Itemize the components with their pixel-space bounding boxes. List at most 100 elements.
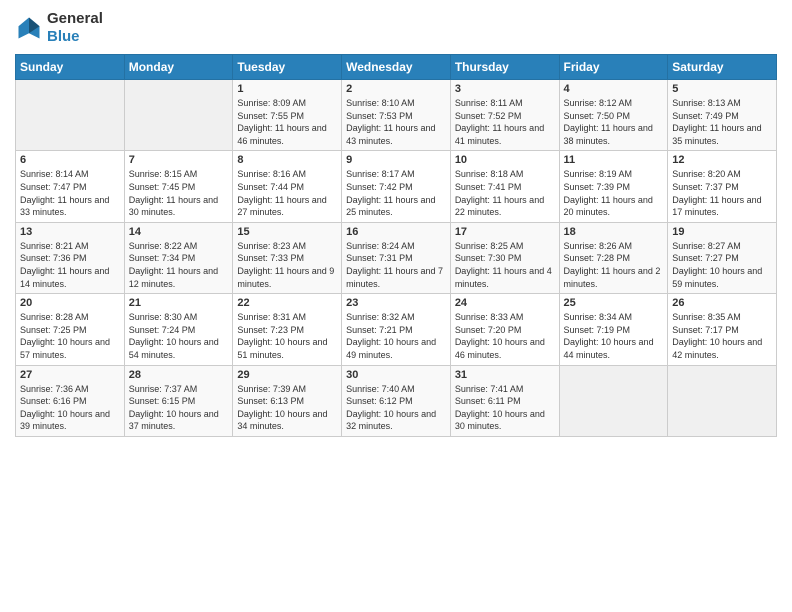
day-info: Sunrise: 8:33 AM Sunset: 7:20 PM Dayligh… — [455, 311, 555, 361]
day-cell — [16, 80, 125, 151]
day-cell: 9 Sunrise: 8:17 AM Sunset: 7:42 PM Daylig… — [342, 151, 451, 222]
day-cell — [559, 365, 668, 436]
day-info: Sunrise: 7:37 AM Sunset: 6:15 PM Dayligh… — [129, 383, 229, 433]
day-number: 7 — [129, 154, 229, 166]
day-info: Sunrise: 8:24 AM Sunset: 7:31 PM Dayligh… — [346, 240, 446, 290]
day-info: Sunrise: 7:40 AM Sunset: 6:12 PM Dayligh… — [346, 383, 446, 433]
day-number: 21 — [129, 297, 229, 309]
day-cell: 5 Sunrise: 8:13 AM Sunset: 7:49 PM Daylig… — [668, 80, 777, 151]
day-number: 3 — [455, 83, 555, 95]
day-cell: 30 Sunrise: 7:40 AM Sunset: 6:12 PM Dayli… — [342, 365, 451, 436]
day-cell: 31 Sunrise: 7:41 AM Sunset: 6:11 PM Dayli… — [450, 365, 559, 436]
day-info: Sunrise: 8:19 AM Sunset: 7:39 PM Dayligh… — [564, 168, 664, 218]
calendar-table: SundayMondayTuesdayWednesdayThursdayFrid… — [15, 54, 777, 437]
day-number: 5 — [672, 83, 772, 95]
day-number: 27 — [20, 369, 120, 381]
day-info: Sunrise: 8:14 AM Sunset: 7:47 PM Dayligh… — [20, 168, 120, 218]
day-number: 16 — [346, 226, 446, 238]
day-info: Sunrise: 7:41 AM Sunset: 6:11 PM Dayligh… — [455, 383, 555, 433]
day-info: Sunrise: 8:21 AM Sunset: 7:36 PM Dayligh… — [20, 240, 120, 290]
day-info: Sunrise: 8:30 AM Sunset: 7:24 PM Dayligh… — [129, 311, 229, 361]
day-cell: 22 Sunrise: 8:31 AM Sunset: 7:23 PM Dayli… — [233, 294, 342, 365]
day-info: Sunrise: 8:27 AM Sunset: 7:27 PM Dayligh… — [672, 240, 772, 290]
day-info: Sunrise: 8:20 AM Sunset: 7:37 PM Dayligh… — [672, 168, 772, 218]
day-number: 25 — [564, 297, 664, 309]
day-cell: 29Sunrise: 7:39 AM Sunset: 6:13 PM Dayli… — [233, 365, 342, 436]
day-cell: 14 Sunrise: 8:22 AM Sunset: 7:34 PM Dayli… — [124, 222, 233, 293]
day-cell — [668, 365, 777, 436]
header-row: SundayMondayTuesdayWednesdayThursdayFrid… — [16, 55, 777, 80]
day-info: Sunrise: 7:36 AM Sunset: 6:16 PM Dayligh… — [20, 383, 120, 433]
day-info: Sunrise: 8:31 AM Sunset: 7:23 PM Dayligh… — [237, 311, 337, 361]
day-number: 6 — [20, 154, 120, 166]
week-row-5: 27 Sunrise: 7:36 AM Sunset: 6:16 PM Dayli… — [16, 365, 777, 436]
week-row-4: 20Sunrise: 8:28 AM Sunset: 7:25 PM Dayli… — [16, 294, 777, 365]
day-number: 22 — [237, 297, 337, 309]
day-cell — [124, 80, 233, 151]
day-info: Sunrise: 8:13 AM Sunset: 7:49 PM Dayligh… — [672, 97, 772, 147]
day-info: Sunrise: 8:28 AM Sunset: 7:25 PM Dayligh… — [20, 311, 120, 361]
day-info: Sunrise: 8:12 AM Sunset: 7:50 PM Dayligh… — [564, 97, 664, 147]
day-number: 9 — [346, 154, 446, 166]
day-number: 4 — [564, 83, 664, 95]
day-cell: 24 Sunrise: 8:33 AM Sunset: 7:20 PM Dayli… — [450, 294, 559, 365]
day-cell: 3 Sunrise: 8:11 AM Sunset: 7:52 PM Daylig… — [450, 80, 559, 151]
day-cell: 13 Sunrise: 8:21 AM Sunset: 7:36 PM Dayli… — [16, 222, 125, 293]
day-number: 26 — [672, 297, 772, 309]
day-cell: 15Sunrise: 8:23 AM Sunset: 7:33 PM Dayli… — [233, 222, 342, 293]
day-cell: 19Sunrise: 8:27 AM Sunset: 7:27 PM Dayli… — [668, 222, 777, 293]
day-cell: 28Sunrise: 7:37 AM Sunset: 6:15 PM Dayli… — [124, 365, 233, 436]
day-info: Sunrise: 8:11 AM Sunset: 7:52 PM Dayligh… — [455, 97, 555, 147]
day-cell: 12 Sunrise: 8:20 AM Sunset: 7:37 PM Dayli… — [668, 151, 777, 222]
day-cell: 25 Sunrise: 8:34 AM Sunset: 7:19 PM Dayli… — [559, 294, 668, 365]
day-info: Sunrise: 8:22 AM Sunset: 7:34 PM Dayligh… — [129, 240, 229, 290]
header: General Blue — [15, 10, 777, 46]
col-header-wednesday: Wednesday — [342, 55, 451, 80]
day-number: 24 — [455, 297, 555, 309]
day-info: Sunrise: 8:15 AM Sunset: 7:45 PM Dayligh… — [129, 168, 229, 218]
day-number: 17 — [455, 226, 555, 238]
day-cell: 10Sunrise: 8:18 AM Sunset: 7:41 PM Dayli… — [450, 151, 559, 222]
col-header-saturday: Saturday — [668, 55, 777, 80]
day-cell: 23 Sunrise: 8:32 AM Sunset: 7:21 PM Dayli… — [342, 294, 451, 365]
day-cell: 7 Sunrise: 8:15 AM Sunset: 7:45 PM Daylig… — [124, 151, 233, 222]
day-cell: 16 Sunrise: 8:24 AM Sunset: 7:31 PM Dayli… — [342, 222, 451, 293]
col-header-tuesday: Tuesday — [233, 55, 342, 80]
day-info: Sunrise: 8:32 AM Sunset: 7:21 PM Dayligh… — [346, 311, 446, 361]
logo-icon — [15, 14, 43, 42]
day-cell: 21 Sunrise: 8:30 AM Sunset: 7:24 PM Dayli… — [124, 294, 233, 365]
day-info: Sunrise: 8:26 AM Sunset: 7:28 PM Dayligh… — [564, 240, 664, 290]
day-info: Sunrise: 8:09 AM Sunset: 7:55 PM Dayligh… — [237, 97, 337, 147]
day-number: 30 — [346, 369, 446, 381]
day-info: Sunrise: 8:17 AM Sunset: 7:42 PM Dayligh… — [346, 168, 446, 218]
day-number: 13 — [20, 226, 120, 238]
day-number: 18 — [564, 226, 664, 238]
col-header-thursday: Thursday — [450, 55, 559, 80]
day-info: Sunrise: 8:23 AM Sunset: 7:33 PM Dayligh… — [237, 240, 337, 290]
day-cell: 11Sunrise: 8:19 AM Sunset: 7:39 PM Dayli… — [559, 151, 668, 222]
logo-text: General Blue — [47, 10, 103, 46]
week-row-3: 13 Sunrise: 8:21 AM Sunset: 7:36 PM Dayli… — [16, 222, 777, 293]
day-number: 14 — [129, 226, 229, 238]
day-cell: 8Sunrise: 8:16 AM Sunset: 7:44 PM Daylig… — [233, 151, 342, 222]
day-cell: 26Sunrise: 8:35 AM Sunset: 7:17 PM Dayli… — [668, 294, 777, 365]
page: General Blue SundayMondayTuesdayWednesda… — [0, 0, 792, 612]
day-info: Sunrise: 8:18 AM Sunset: 7:41 PM Dayligh… — [455, 168, 555, 218]
col-header-monday: Monday — [124, 55, 233, 80]
day-info: Sunrise: 8:10 AM Sunset: 7:53 PM Dayligh… — [346, 97, 446, 147]
col-header-sunday: Sunday — [16, 55, 125, 80]
day-info: Sunrise: 8:34 AM Sunset: 7:19 PM Dayligh… — [564, 311, 664, 361]
day-cell: 20Sunrise: 8:28 AM Sunset: 7:25 PM Dayli… — [16, 294, 125, 365]
day-cell: 17Sunrise: 8:25 AM Sunset: 7:30 PM Dayli… — [450, 222, 559, 293]
day-info: Sunrise: 7:39 AM Sunset: 6:13 PM Dayligh… — [237, 383, 337, 433]
week-row-2: 6 Sunrise: 8:14 AM Sunset: 7:47 PM Daylig… — [16, 151, 777, 222]
day-number: 8 — [237, 154, 337, 166]
day-number: 1 — [237, 83, 337, 95]
day-cell: 2Sunrise: 8:10 AM Sunset: 7:53 PM Daylig… — [342, 80, 451, 151]
day-number: 31 — [455, 369, 555, 381]
col-header-friday: Friday — [559, 55, 668, 80]
day-number: 23 — [346, 297, 446, 309]
day-cell: 1 Sunrise: 8:09 AM Sunset: 7:55 PM Daylig… — [233, 80, 342, 151]
day-number: 12 — [672, 154, 772, 166]
day-cell: 27 Sunrise: 7:36 AM Sunset: 6:16 PM Dayli… — [16, 365, 125, 436]
